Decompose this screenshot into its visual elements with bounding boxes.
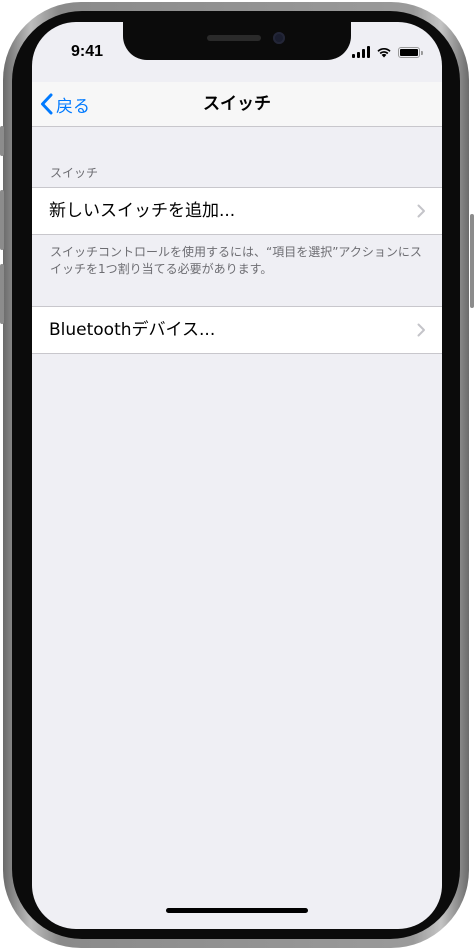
wifi-icon xyxy=(377,47,391,58)
section-footer-text: スイッチコントロールを使用するには、“項目を選択”アクションにスイッチを1つ割り… xyxy=(50,245,422,276)
battery-icon xyxy=(398,46,423,58)
side-button xyxy=(470,214,474,308)
volume-up-button xyxy=(0,190,4,250)
section-header: スイッチ xyxy=(50,166,99,180)
bluetooth-devices-row[interactable]: Bluetoothデバイス... xyxy=(32,306,442,354)
bluetooth-devices-label: Bluetoothデバイス... xyxy=(49,320,216,340)
screen: 9:41 戻る スイッチ スイッチ 新しいスイッチを追加... スイッチコントロ… xyxy=(32,22,442,929)
notch xyxy=(123,22,351,60)
home-indicator[interactable] xyxy=(166,908,308,913)
battery-level xyxy=(400,48,418,56)
front-camera xyxy=(273,32,285,44)
cellular-signal-icon xyxy=(352,46,370,58)
volume-down-button xyxy=(0,264,4,324)
add-new-switch-row[interactable]: 新しいスイッチを追加... xyxy=(32,187,442,235)
status-icons xyxy=(352,46,423,58)
chevron-right-icon xyxy=(417,323,425,337)
status-time: 9:41 xyxy=(70,43,104,60)
speaker-grille xyxy=(207,35,261,41)
add-new-switch-label: 新しいスイッチを追加... xyxy=(49,201,236,221)
page-title: スイッチ xyxy=(203,94,271,114)
mute-switch xyxy=(0,126,4,156)
chevron-right-icon xyxy=(417,204,425,218)
navigation-bar: 戻る スイッチ xyxy=(32,82,442,127)
